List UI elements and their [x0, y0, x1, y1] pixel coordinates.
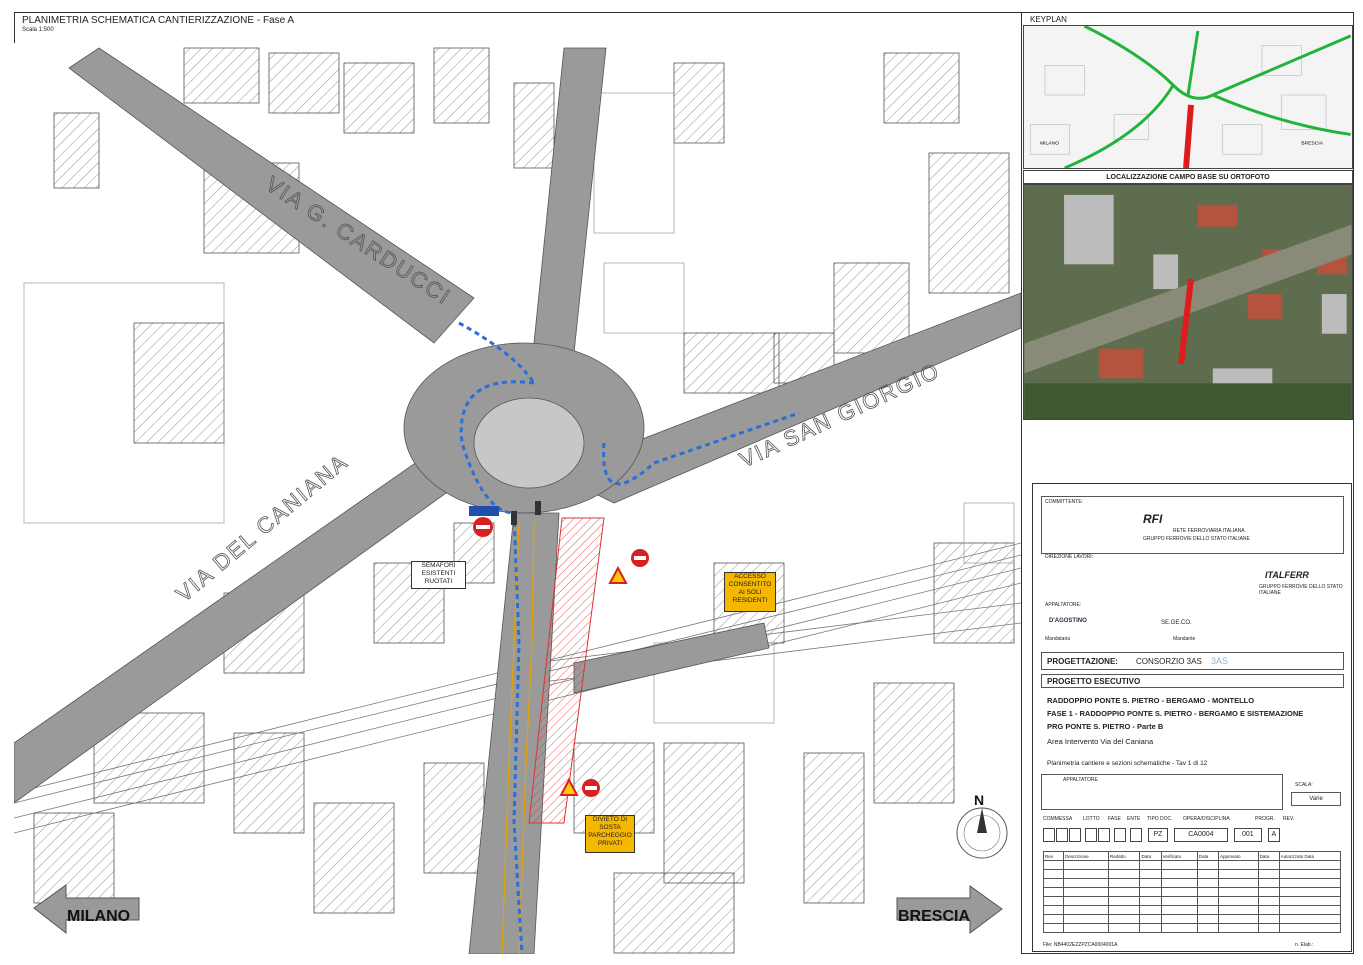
sign-semafori: SEMAFORI ESISTENTI RUOTATI: [411, 561, 466, 589]
progettazione-value: CONSORZIO 3AS: [1136, 657, 1202, 666]
code-label-commessa: COMMESSA: [1043, 816, 1073, 822]
scala-value: Varie: [1291, 792, 1341, 806]
tav-label: Planimetria cantiere e sezioni schematic…: [1047, 760, 1208, 767]
segeco-logo: SE.GE.CO.: [1161, 620, 1192, 626]
dagostino-logo: D'AGOSTINO: [1049, 618, 1087, 624]
rfi-subtitle: RETE FERROVIARIA ITALIANA: [1173, 528, 1245, 534]
3as-logo: 3AS: [1211, 656, 1229, 666]
drawing-scale: Scala 1:500: [22, 27, 54, 33]
keyplan-map: MILANO BRESCIA: [1023, 25, 1353, 169]
scala-label: SCALA:: [1295, 782, 1313, 788]
appaltatore-small: APPALTATORE: [1063, 777, 1098, 783]
direction-brescia: BRESCIA: [898, 908, 971, 925]
project-line-3: PRG PONTE S. PIETRO - Parte B: [1047, 722, 1164, 731]
roundabout-island: [473, 397, 585, 489]
code-label-progr: PROGR.: [1255, 816, 1275, 822]
project-line-2: FASE 1 - RADDOPPIO PONTE S. PIETRO - BER…: [1047, 709, 1304, 718]
code-label-opera: OPERA/DISCIPLINA: [1183, 816, 1230, 822]
ortho-title: LOCALIZZAZIONE CAMPO BASE SU ORTOFOTO: [1023, 170, 1353, 184]
revision-table: Rev. Descrizione Redatto Data Verificato Data…: [1042, 851, 1342, 933]
progettazione-label: PROGETTAZIONE:: [1047, 657, 1118, 666]
svg-text:BRESCIA: BRESCIA: [1301, 140, 1323, 146]
progetto-label: PROGETTO ESECUTIVO: [1047, 677, 1141, 686]
direzione-label: DIREZIONE LAVORI:: [1045, 554, 1093, 560]
code-cells: PZ CA0004 001 A: [1043, 828, 1281, 842]
project-line-1: RADDOPPIO PONTE S. PIETRO - BERGAMO - MO…: [1047, 696, 1255, 705]
drawing-title: PLANIMETRIA SCHEMATICA CANTIERIZZAZIONE …: [22, 15, 295, 26]
code-label-lotto: LOTTO: [1083, 816, 1100, 822]
ortho-photo: [1023, 184, 1353, 420]
sign-accesso: ACCESSO CONSENTITO AI SOLI RESIDENTI: [724, 572, 776, 612]
italferr-subtitle: GRUPPO FERROVIE DELLO STATO ITALIANE: [1259, 584, 1343, 596]
code-label-rev: REV.: [1283, 816, 1295, 822]
keyplan-label: KEYPLAN: [1030, 15, 1067, 24]
rfi-logo: RFI: [1143, 512, 1163, 526]
file-label: File: NB4402EZZPZCA0004001A: [1043, 942, 1118, 948]
code-label-fase: FASE: [1108, 816, 1121, 822]
italferr-logo: ITALFERR: [1265, 570, 1309, 580]
elab-label: n. Elab.:: [1295, 942, 1314, 948]
code-label-ente: ENTE: [1127, 816, 1141, 822]
mandataria-label: Mandataria: [1045, 636, 1071, 642]
direction-milano: MILANO: [67, 908, 131, 925]
svg-text:N: N: [974, 792, 984, 808]
site-plan: VIA G. CARDUCCI VIA SAN GIORGIO VIA DEL …: [14, 43, 1021, 954]
committente-label: COMMITTENTE:: [1045, 499, 1084, 505]
mandante-label: Mandante: [1173, 636, 1196, 642]
area-label: Area Intervento Via del Caniana: [1047, 737, 1154, 746]
title-block: COMMITTENTE: RFI RETE FERROVIARIA ITALIA…: [1032, 483, 1352, 952]
rfi-subtitle-2: GRUPPO FERROVIE DELLO STATO ITALIANE: [1143, 536, 1250, 542]
code-label-tipo: TIPO DOC.: [1147, 816, 1173, 822]
svg-text:MILANO: MILANO: [1040, 140, 1059, 146]
sign-divieto: DIVIETO DI SOSTA PARCHEGGIO PRIVATI: [585, 815, 635, 853]
appaltatore-label: APPALTATORE:: [1045, 602, 1082, 608]
